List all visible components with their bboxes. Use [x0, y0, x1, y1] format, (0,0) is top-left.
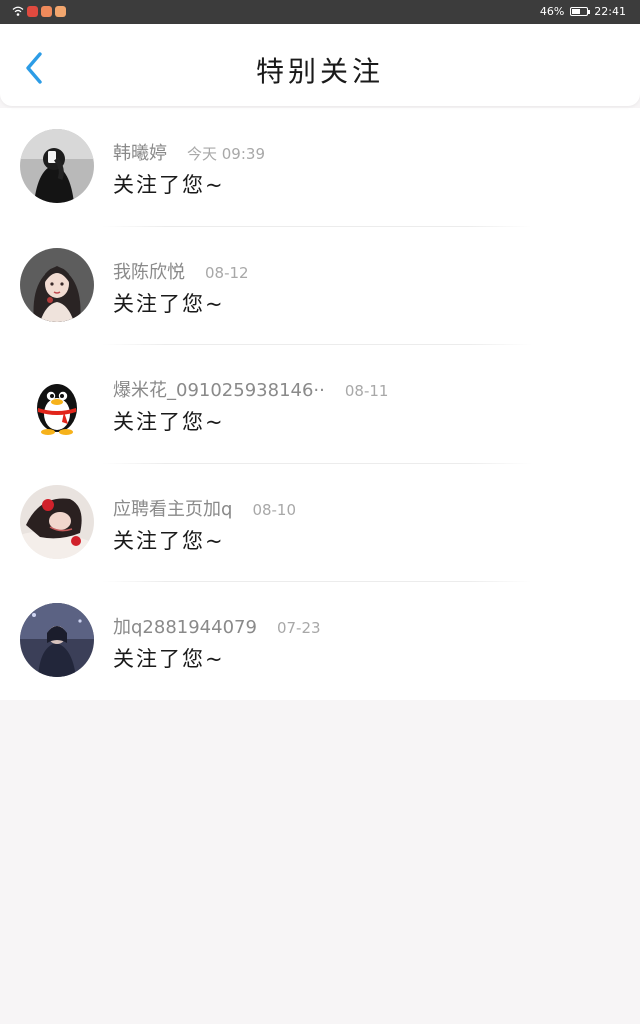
battery-percent: 46%	[539, 5, 565, 18]
follower-name: 应聘看主页加q	[113, 498, 233, 520]
list-item[interactable]: 我陈欣悦 08-12 关注了您~	[0, 227, 640, 345]
special-follow-list: 韩曦婷 今天 09:39 关注了您~ 我陈欣悦 08-12 关注了您~ 爆米花_…	[0, 108, 640, 700]
avatar[interactable]	[20, 129, 94, 203]
follow-time: 08-10	[252, 500, 297, 519]
follower-name: 加q2881944079	[113, 617, 257, 638]
clock: 22:41	[594, 5, 626, 18]
header: 特别关注	[0, 24, 640, 106]
follow-time: 07-23	[276, 619, 321, 637]
list-item[interactable]: 韩曦婷 今天 09:39 关注了您~	[0, 108, 640, 227]
battery-icon	[570, 7, 591, 16]
follow-time: 08-12	[205, 263, 249, 282]
follow-message: 关注了您~	[113, 173, 225, 197]
message-app-icon	[27, 5, 38, 17]
photo-avatar-flower	[20, 484, 94, 559]
status-bar-notifications	[12, 5, 66, 17]
avatar[interactable]	[20, 247, 94, 322]
page-title: 特别关注	[255, 55, 384, 88]
list-item[interactable]: 加q2881944079 07-23 关注了您~	[0, 582, 640, 701]
avatar[interactable]	[20, 366, 94, 440]
list-item[interactable]: 应聘看主页加q 08-10 关注了您~	[0, 464, 640, 582]
follower-name: 我陈欣悦	[113, 261, 185, 283]
follow-time: 今天 09:39	[187, 145, 265, 163]
follow-message: 关注了您~	[113, 410, 225, 434]
chat-app-icon	[41, 5, 52, 17]
status-bar: 46% 22:41	[0, 0, 640, 24]
follow-message: 关注了您~	[113, 528, 225, 553]
chat-app-icon-2	[55, 5, 66, 17]
follow-message: 关注了您~	[113, 647, 225, 671]
photo-avatar-dark	[20, 129, 94, 203]
avatar[interactable]	[20, 603, 94, 677]
follower-name: 韩曦婷	[113, 143, 167, 164]
illustrated-girl-avatar	[20, 247, 94, 322]
wifi-icon	[12, 6, 24, 16]
follow-message: 关注了您~	[113, 291, 225, 316]
follow-time: 08-11	[344, 382, 389, 400]
follower-name: 爆米花_091025938146··	[113, 380, 325, 401]
avatar[interactable]	[20, 484, 94, 559]
list-item[interactable]: 爆米花_091025938146·· 08-11 关注了您~	[0, 345, 640, 464]
status-bar-system: 46% 22:41	[540, 5, 626, 18]
qq-penguin-avatar	[20, 366, 94, 440]
photo-avatar-night	[20, 603, 94, 677]
